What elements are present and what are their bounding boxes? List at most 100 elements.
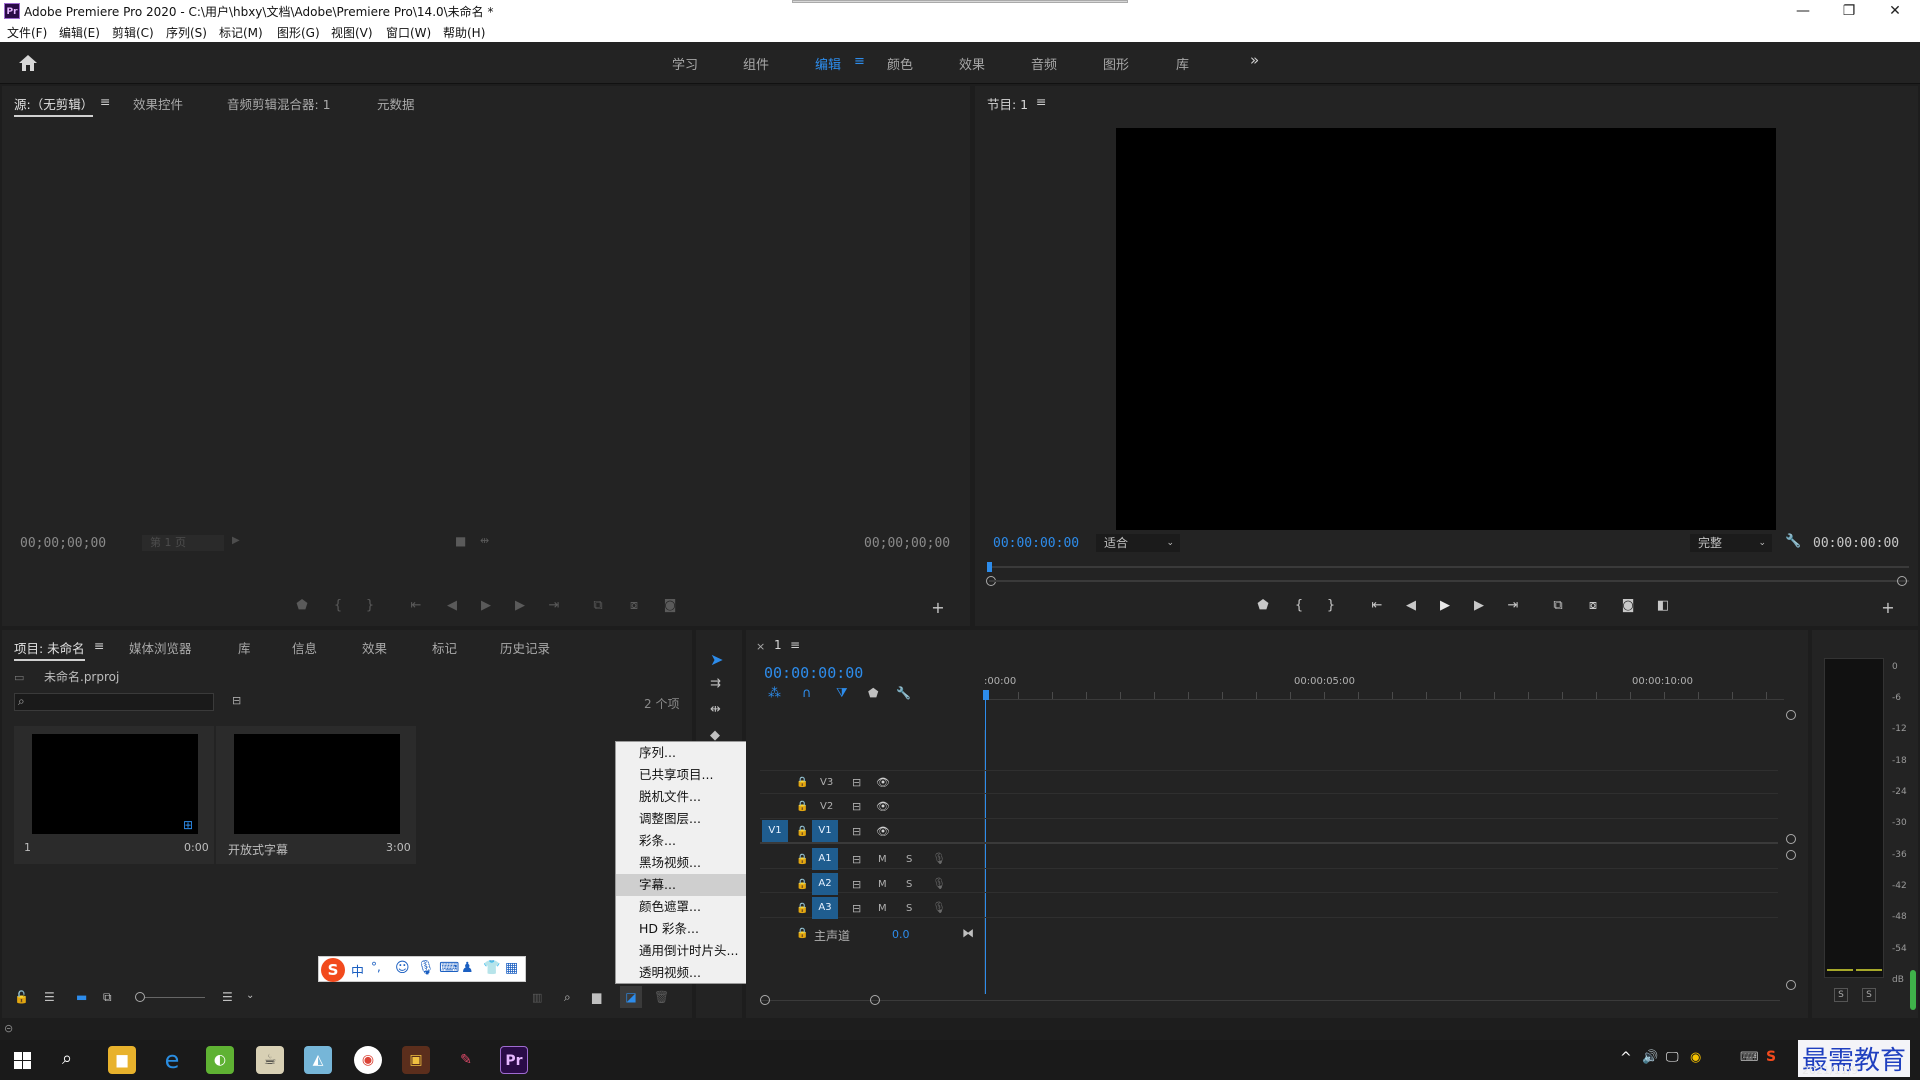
lock-icon[interactable]: 🔓	[14, 990, 29, 1004]
tab-effects[interactable]: 效果	[362, 638, 387, 657]
list-view-icon[interactable]: ☰	[44, 990, 55, 1004]
workspace-editing[interactable]: 编辑	[815, 54, 841, 73]
emoji-icon[interactable]: ☺	[395, 960, 410, 976]
project-item-tile[interactable]: ⊞ 1 0:00	[14, 726, 214, 864]
network-icon[interactable]: 🖵	[1666, 1050, 1679, 1065]
menu-item-hd-bars[interactable]: HD 彩条...	[616, 918, 759, 940]
windows-start-icon[interactable]	[14, 1052, 31, 1069]
close-button[interactable]: ✕	[1872, 0, 1918, 22]
menu-item-offline-file[interactable]: 脱机文件...	[616, 786, 759, 808]
sync-lock-icon[interactable]: ⊟	[852, 853, 861, 866]
source-patch-v1[interactable]: V1	[762, 820, 788, 842]
menu-item-sequence[interactable]: 序列...	[616, 742, 759, 764]
time-ruler[interactable]	[984, 692, 1784, 700]
tab-audio-clip-mixer[interactable]: 音频剪辑混合器: 1	[227, 94, 331, 113]
ripple-edit-tool-icon[interactable]: ⇹	[710, 702, 721, 717]
eye-icon[interactable]: 👁	[876, 776, 890, 789]
menu-file[interactable]: 文件(F)	[7, 24, 47, 41]
menu-item-color-matte[interactable]: 颜色遮罩...	[616, 896, 759, 918]
meter-solo-left[interactable]: S	[1834, 988, 1848, 1002]
vertical-zoom-handle[interactable]	[1786, 850, 1796, 860]
find-icon[interactable]: ⌕	[564, 990, 571, 1005]
workspace-effects[interactable]: 效果	[959, 54, 985, 73]
page-dropdown[interactable]: 第 1 页	[142, 535, 224, 551]
timeline-tab-close-icon[interactable]: ×	[756, 640, 765, 653]
track-label-a2[interactable]: A2	[812, 873, 838, 895]
app-paint-icon[interactable]: ✎	[452, 1046, 480, 1074]
horizontal-zoom-handle[interactable]	[760, 995, 770, 1005]
ime-punct[interactable]: °,	[371, 960, 381, 974]
tab-effect-controls[interactable]: 效果控件	[133, 94, 183, 113]
freeform-view-icon[interactable]: ⧉	[103, 990, 112, 1005]
drag-handle-icon[interactable]: ⇹	[480, 534, 489, 547]
add-marker-icon[interactable]: ⬟	[868, 686, 878, 700]
tab-history[interactable]: 历史记录	[500, 638, 550, 657]
sync-lock-icon[interactable]: ⊟	[852, 800, 861, 813]
workspace-graphics[interactable]: 图形	[1103, 54, 1129, 73]
horizontal-zoom-handle[interactable]	[870, 995, 880, 1005]
mute-button[interactable]: M	[878, 879, 887, 890]
tab-markers[interactable]: 标记	[432, 638, 457, 657]
mark-in-icon[interactable]: {	[328, 598, 348, 613]
settings-square-icon[interactable]: ■	[455, 534, 466, 548]
step-forward-icon[interactable]: ▶	[510, 598, 530, 613]
track-lock-icon[interactable]: 🔒	[796, 854, 808, 865]
minimize-button[interactable]: —	[1780, 0, 1826, 22]
app-photo-icon[interactable]: ▣	[402, 1046, 430, 1074]
step-back-icon[interactable]: ◀	[442, 598, 462, 613]
nest-toggle-icon[interactable]: ⁂	[768, 686, 781, 701]
mark-out-icon[interactable]: }	[360, 598, 380, 613]
workspace-audio[interactable]: 音频	[1031, 54, 1057, 73]
app-green-icon[interactable]: ◐	[206, 1046, 234, 1074]
timeline-playhead-handle[interactable]	[983, 690, 989, 700]
eye-icon[interactable]: 👁	[876, 825, 890, 838]
export-frame-icon[interactable]: ◙	[1618, 598, 1638, 613]
sync-lock-icon[interactable]: ⊟	[852, 825, 861, 838]
vertical-zoom-handle[interactable]	[1786, 980, 1796, 990]
menu-graphics[interactable]: 图形(G)	[277, 24, 320, 41]
project-item-tile[interactable]: 开放式字幕 3:00	[216, 726, 416, 864]
mute-button[interactable]: M	[878, 903, 887, 914]
new-item-icon[interactable]: ◪	[620, 986, 642, 1008]
chevron-down-icon[interactable]: ⌄	[246, 990, 254, 1001]
icon-view-icon[interactable]: ▬	[76, 990, 87, 1004]
linked-selection-icon[interactable]: ⧩	[836, 686, 848, 701]
timeline-panel-menu-icon[interactable]: ≡	[790, 638, 800, 652]
mark-out-icon[interactable]: }	[1321, 598, 1341, 613]
scroll-indicator[interactable]	[1910, 970, 1916, 1010]
zoom-slider-handle[interactable]	[135, 992, 145, 1002]
tab-metadata[interactable]: 元数据	[377, 94, 415, 113]
marker-icon[interactable]: ⬟	[292, 598, 312, 613]
selection-tool-icon[interactable]: ➤	[710, 650, 723, 669]
zoom-scroll-bar[interactable]	[989, 580, 1909, 582]
menu-view[interactable]: 视图(V)	[331, 24, 373, 41]
app-blue-icon[interactable]: ◭	[304, 1046, 332, 1074]
step-back-icon[interactable]: ◀	[1401, 598, 1421, 613]
step-forward-icon[interactable]: ▶	[1469, 598, 1489, 613]
solo-button[interactable]: S	[906, 903, 912, 914]
solo-button[interactable]: S	[906, 879, 912, 890]
chrome-icon[interactable]: ◉	[354, 1046, 382, 1074]
vertical-zoom-handle[interactable]	[1786, 710, 1796, 720]
timeline-sequence-tab[interactable]: 1	[774, 638, 782, 652]
lift-icon[interactable]: ⧉	[1548, 598, 1568, 613]
java-icon[interactable]: ☕	[256, 1046, 284, 1074]
automate-icon[interactable]: ▥	[532, 991, 542, 1004]
track-label-v1[interactable]: V1	[812, 820, 838, 842]
track-label-a1[interactable]: A1	[812, 848, 838, 870]
edge-icon[interactable]: e	[158, 1046, 186, 1074]
menu-sequence[interactable]: 序列(S)	[166, 24, 207, 41]
sort-icon[interactable]: ☰	[222, 990, 233, 1004]
track-label-v3[interactable]: V3	[820, 777, 833, 788]
menu-help[interactable]: 帮助(H)	[443, 24, 485, 41]
play-icon[interactable]: ▶	[1435, 598, 1455, 613]
tray-input-icon[interactable]: ⌨	[1740, 1050, 1759, 1065]
voice-over-mic-icon[interactable]: 🎙	[932, 852, 946, 865]
add-button-icon[interactable]: +	[928, 598, 948, 617]
toolbox-icon[interactable]: ▦	[505, 960, 518, 976]
menu-item-bars-tone[interactable]: 彩条...	[616, 830, 759, 852]
insert-icon[interactable]: ⧉	[588, 598, 608, 613]
microphone-icon[interactable]: 🎙	[417, 960, 435, 976]
track-label-a3[interactable]: A3	[812, 897, 838, 919]
home-icon[interactable]	[18, 54, 38, 72]
